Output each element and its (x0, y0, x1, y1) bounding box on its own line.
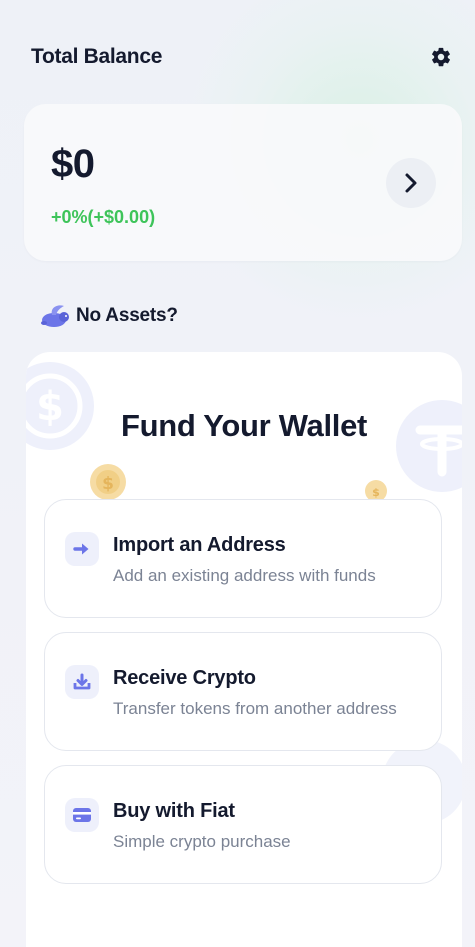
small-gold-coin-icon: $ (365, 480, 387, 500)
balance-details-button[interactable] (386, 158, 436, 208)
download-tray-icon (65, 665, 99, 699)
balance-card[interactable]: $0 +0%(+$0.00) (24, 104, 462, 261)
no-assets-label: No Assets? (38, 302, 178, 330)
fund-wallet-title: Fund Your Wallet (120, 408, 368, 443)
buy-with-fiat-option[interactable]: Buy with Fiat Simple crypto purchase (44, 765, 442, 884)
option-title: Receive Crypto (113, 667, 256, 689)
svg-text:$: $ (102, 474, 114, 494)
option-subtitle: Simple crypto purchase (113, 832, 291, 851)
header: Total Balance (31, 43, 453, 71)
credit-card-icon (65, 798, 99, 832)
import-address-option[interactable]: Import an Address Add an existing addres… (44, 499, 442, 618)
balance-amount: $0 (51, 142, 95, 186)
wallet-screen: Total Balance $0 +0%(+$0.00) No Assets? (0, 0, 475, 947)
chevron-right-icon (405, 173, 417, 193)
option-subtitle: Transfer tokens from another address (113, 699, 397, 718)
no-assets-text: No Assets? (76, 305, 178, 326)
page-title: Total Balance (31, 45, 163, 68)
gear-icon[interactable] (429, 45, 453, 69)
arrow-right-icon (65, 532, 99, 566)
option-subtitle: Add an existing address with funds (113, 566, 376, 585)
rabbit-icon (41, 305, 69, 327)
gold-coin-icon: $ (90, 464, 126, 500)
fund-wallet-card: $ $ $ Fund Your Wallet Import an Address… (26, 352, 462, 947)
option-title: Import an Address (113, 534, 286, 556)
receive-crypto-option[interactable]: Receive Crypto Transfer tokens from anot… (44, 632, 442, 751)
option-title: Buy with Fiat (113, 800, 235, 822)
svg-text:$: $ (372, 486, 380, 499)
balance-change: +0%(+$0.00) (51, 207, 156, 227)
